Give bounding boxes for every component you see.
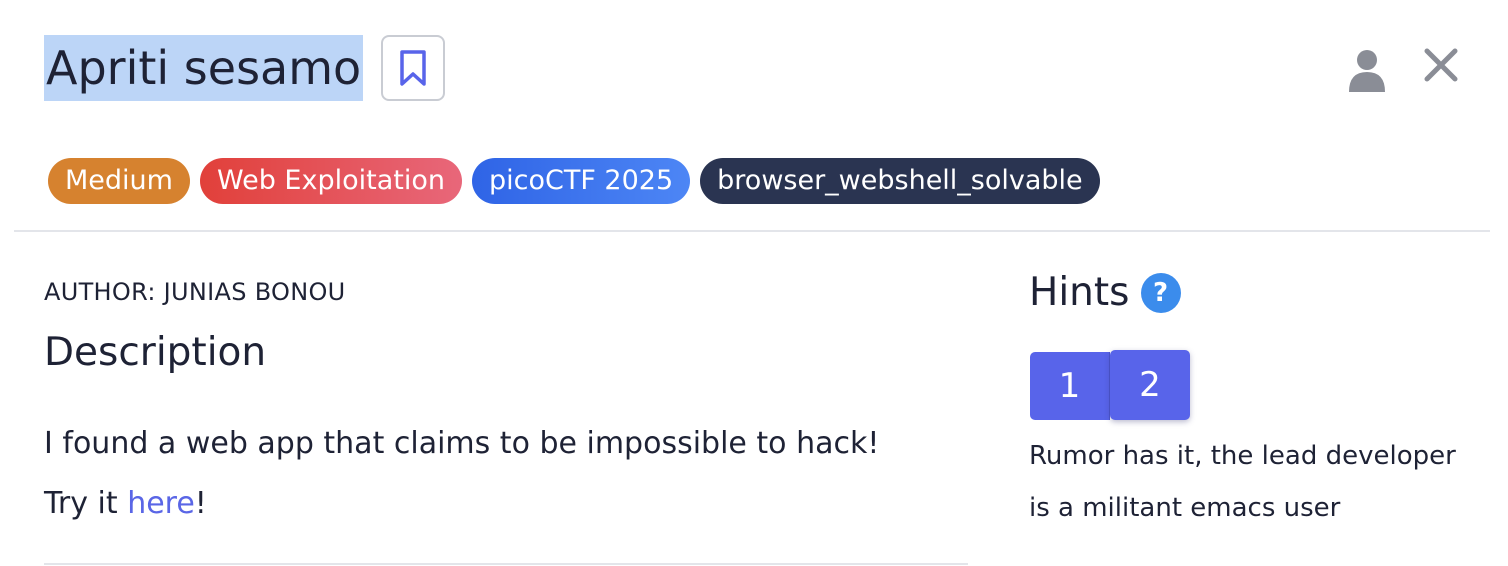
bookmark-icon	[400, 50, 426, 86]
title-row: Apriti sesamo	[44, 34, 446, 102]
hints-heading: Hints	[1029, 270, 1130, 315]
tag-event[interactable]: picoCTF 2025	[471, 158, 691, 204]
description-line-2: Try it here!	[44, 474, 879, 534]
challenge-link[interactable]: here	[127, 486, 195, 521]
challenge-title: Apriti sesamo	[44, 35, 364, 101]
close-icon[interactable]	[1422, 46, 1460, 84]
help-icon[interactable]: ?	[1140, 272, 1181, 313]
description-heading: Description	[44, 330, 267, 375]
challenge-header: Apriti sesamo Medium Web Exploitation pi…	[0, 0, 1508, 232]
author-label: AUTHOR: JUNIAS BONOU	[44, 278, 346, 306]
description-prefix: Try it	[44, 486, 128, 521]
bookmark-button[interactable]	[381, 35, 446, 101]
description-body: I found a web app that claims to be impo…	[44, 414, 879, 534]
user-icon[interactable]	[1346, 48, 1388, 92]
hint-content: Rumor has it, the lead developer is a mi…	[1029, 441, 1456, 523]
tag-difficulty[interactable]: Medium	[48, 158, 190, 204]
tag-category[interactable]: Web Exploitation	[199, 158, 462, 204]
hint-tabs: 1 2	[1030, 350, 1190, 420]
description-suffix: !	[194, 486, 207, 521]
description-line-1: I found a web app that claims to be impo…	[44, 426, 880, 461]
hint-tab-2[interactable]: 2	[1110, 350, 1190, 420]
tag-list: Medium Web Exploitation picoCTF 2025 bro…	[48, 158, 1100, 204]
hint-tab-1[interactable]: 1	[1030, 352, 1110, 420]
tag-webshell[interactable]: browser_webshell_solvable	[700, 158, 1100, 204]
description-divider	[44, 563, 968, 565]
hints-header: Hints ?	[1029, 270, 1181, 315]
header-divider	[14, 230, 1490, 232]
